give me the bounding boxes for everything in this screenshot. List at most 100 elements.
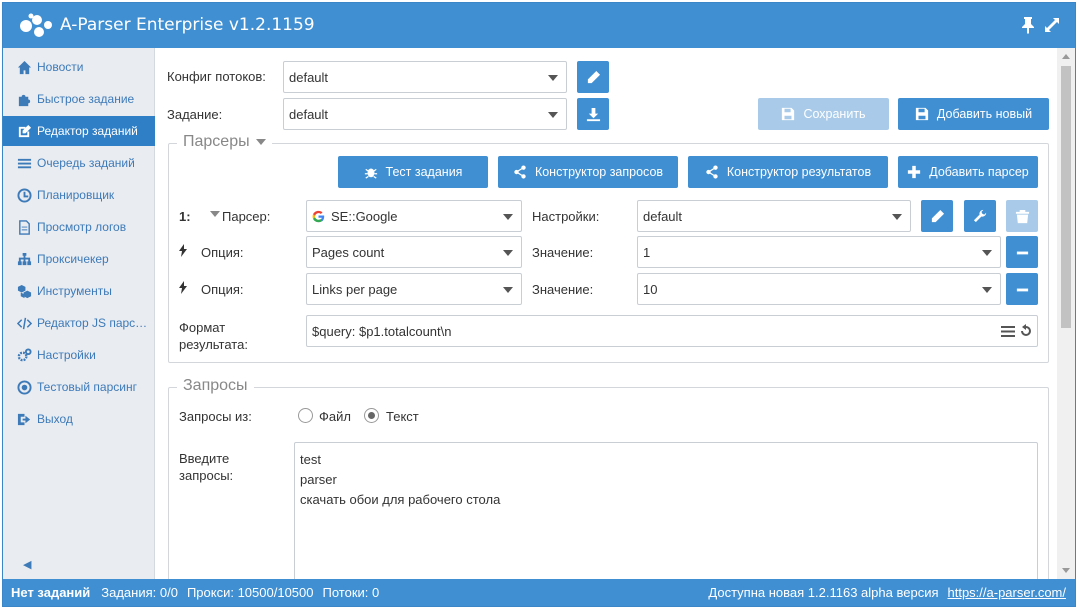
app-window: A-Parser Enterprise v1.2.1159 ◀ Новости Б…	[2, 2, 1076, 607]
remove-option-button[interactable]	[1006, 273, 1038, 305]
load-task-button[interactable]	[577, 98, 609, 130]
task-select[interactable]: default	[283, 98, 567, 130]
edit-settings-button[interactable]	[921, 200, 953, 232]
sidebar-item-6[interactable]: Проксичекер	[3, 244, 155, 274]
sidebar-item-5[interactable]: Просмотр логов	[3, 212, 155, 242]
option-name: Pages count	[312, 244, 385, 260]
sitemap-icon	[3, 252, 37, 267]
sidebar-item-label: Проксичекер	[37, 252, 109, 266]
target-icon	[3, 379, 37, 395]
title-bar: A-Parser Enterprise v1.2.1159	[3, 3, 1075, 48]
text-radio[interactable]	[364, 408, 379, 423]
minus-icon	[1016, 251, 1028, 254]
scroll-down-icon[interactable]	[1062, 568, 1070, 573]
option-select[interactable]: Links per page	[306, 273, 522, 305]
queries-textarea[interactable]: test parser скачать обои для рабочего стол…	[294, 442, 1038, 579]
file-radio-label[interactable]: Файл	[319, 409, 351, 424]
threads-config-select[interactable]: default	[283, 61, 567, 93]
home-icon	[3, 60, 37, 75]
sidebar-item-label: Очередь заданий	[37, 156, 135, 170]
sidebar-item-3[interactable]: Очередь заданий	[3, 148, 155, 178]
queries-from-label: Запросы из:	[179, 409, 252, 424]
test-task-button[interactable]: Тест задания	[338, 156, 488, 188]
edit-threads-config-button[interactable]	[577, 61, 609, 93]
sidebar-item-label: Планировщик	[37, 188, 115, 202]
sidebar-item-10[interactable]: Тестовый парсинг	[3, 372, 155, 402]
pencil-icon	[931, 209, 944, 222]
minus-icon	[1016, 288, 1028, 291]
download-icon	[586, 107, 600, 121]
sidebar-item-2[interactable]: Редактор заданий	[3, 116, 155, 146]
sidebar-item-label: Тестовый парсинг	[37, 380, 137, 394]
result-builder-label: Конструктор результатов	[726, 165, 872, 179]
cogs-icon	[3, 347, 37, 363]
wrench-icon	[973, 209, 986, 222]
threads-config-value: default	[289, 69, 329, 85]
no-tasks-status: Нет заданий	[11, 585, 91, 600]
share-icon	[514, 165, 526, 179]
chevron-down-icon	[982, 287, 992, 293]
scroll-up-icon[interactable]	[1062, 54, 1070, 59]
sidebar-item-label: Редактор JS парс…	[37, 316, 148, 330]
format-label: Формат результата:	[179, 320, 248, 352]
puzzle-icon	[3, 92, 37, 107]
parser-select[interactable]: SE::Google	[306, 200, 522, 232]
sidebar-item-7[interactable]: Инструменты	[3, 276, 155, 306]
collapse-sidebar-icon[interactable]: ◀	[23, 558, 31, 571]
code-icon	[3, 316, 37, 331]
threads-count: Потоки: 0	[322, 585, 380, 600]
queries-legend: Запросы	[177, 377, 254, 395]
text-radio-label[interactable]: Текст	[386, 409, 419, 424]
main-scrollbar[interactable]	[1057, 48, 1075, 579]
expand-icon[interactable]	[1043, 16, 1061, 34]
delete-parser-button[interactable]	[1006, 200, 1038, 232]
parser-label: Парсер:	[222, 209, 271, 224]
format-input[interactable]: $query: $p1.totalcount\n	[306, 315, 1038, 347]
option-label: Опция:	[201, 282, 244, 297]
parsers-legend[interactable]: Парсеры	[177, 133, 272, 151]
edit-icon	[3, 124, 37, 139]
option-value-select[interactable]: 1	[637, 236, 1001, 268]
remove-option-button[interactable]	[1006, 236, 1038, 268]
scrollbar-thumb[interactable]	[1061, 66, 1071, 328]
query-line: скачать обои для рабочего стола	[300, 492, 501, 507]
option-select[interactable]: Pages count	[306, 236, 522, 268]
sidebar-item-11[interactable]: Выход	[3, 404, 155, 434]
sidebar-item-0[interactable]: Новости	[3, 52, 155, 82]
reset-icon[interactable]	[1019, 324, 1033, 338]
add-parser-button[interactable]: Добавить парсер	[898, 156, 1038, 188]
option-value-label: Значение:	[532, 282, 594, 297]
parsers-legend-text: Парсеры	[183, 133, 250, 150]
pin-icon[interactable]	[1020, 16, 1036, 34]
sidebar-item-9[interactable]: Настройки	[3, 340, 155, 370]
result-builder-button[interactable]: Конструктор результатов	[688, 156, 888, 188]
option-value: 1	[643, 244, 651, 260]
option-value-select[interactable]: 10	[637, 273, 1001, 305]
save-button[interactable]: Сохранить	[758, 98, 889, 130]
caret-down-icon[interactable]	[210, 211, 220, 217]
chevron-down-icon	[503, 250, 513, 256]
settings-select[interactable]: default	[637, 200, 911, 232]
menu-icon[interactable]	[1001, 325, 1015, 338]
app-title: A-Parser Enterprise v1.2.1159	[60, 15, 315, 35]
option-label: Опция:	[201, 245, 244, 260]
file-radio[interactable]	[298, 408, 313, 423]
threads-config-label: Конфиг потоков:	[167, 69, 266, 84]
parser-settings-button[interactable]	[964, 200, 996, 232]
list-icon	[3, 156, 37, 171]
sidebar-item-8[interactable]: Редактор JS парс…	[3, 308, 155, 338]
task-label: Задание:	[167, 107, 223, 122]
caret-down-icon	[255, 138, 266, 145]
sidebar-item-1[interactable]: Быстрое задание	[3, 84, 155, 114]
pencil-icon	[587, 70, 600, 83]
query-builder-button[interactable]: Конструктор запросов	[498, 156, 678, 188]
chevron-down-icon	[503, 287, 513, 293]
sidebar-item-4[interactable]: Планировщик	[3, 180, 155, 210]
save-label: Сохранить	[803, 107, 866, 121]
google-icon	[312, 210, 325, 222]
add-new-button[interactable]: Добавить новый	[898, 98, 1049, 130]
chevron-down-icon	[503, 214, 513, 220]
sidebar: ◀ Новости Быстрое задание Редактор заданий…	[3, 48, 155, 579]
update-link[interactable]: https://a-parser.com/	[948, 585, 1067, 600]
update-notice: Доступна новая 1.2.1163 alpha версия	[708, 585, 939, 600]
